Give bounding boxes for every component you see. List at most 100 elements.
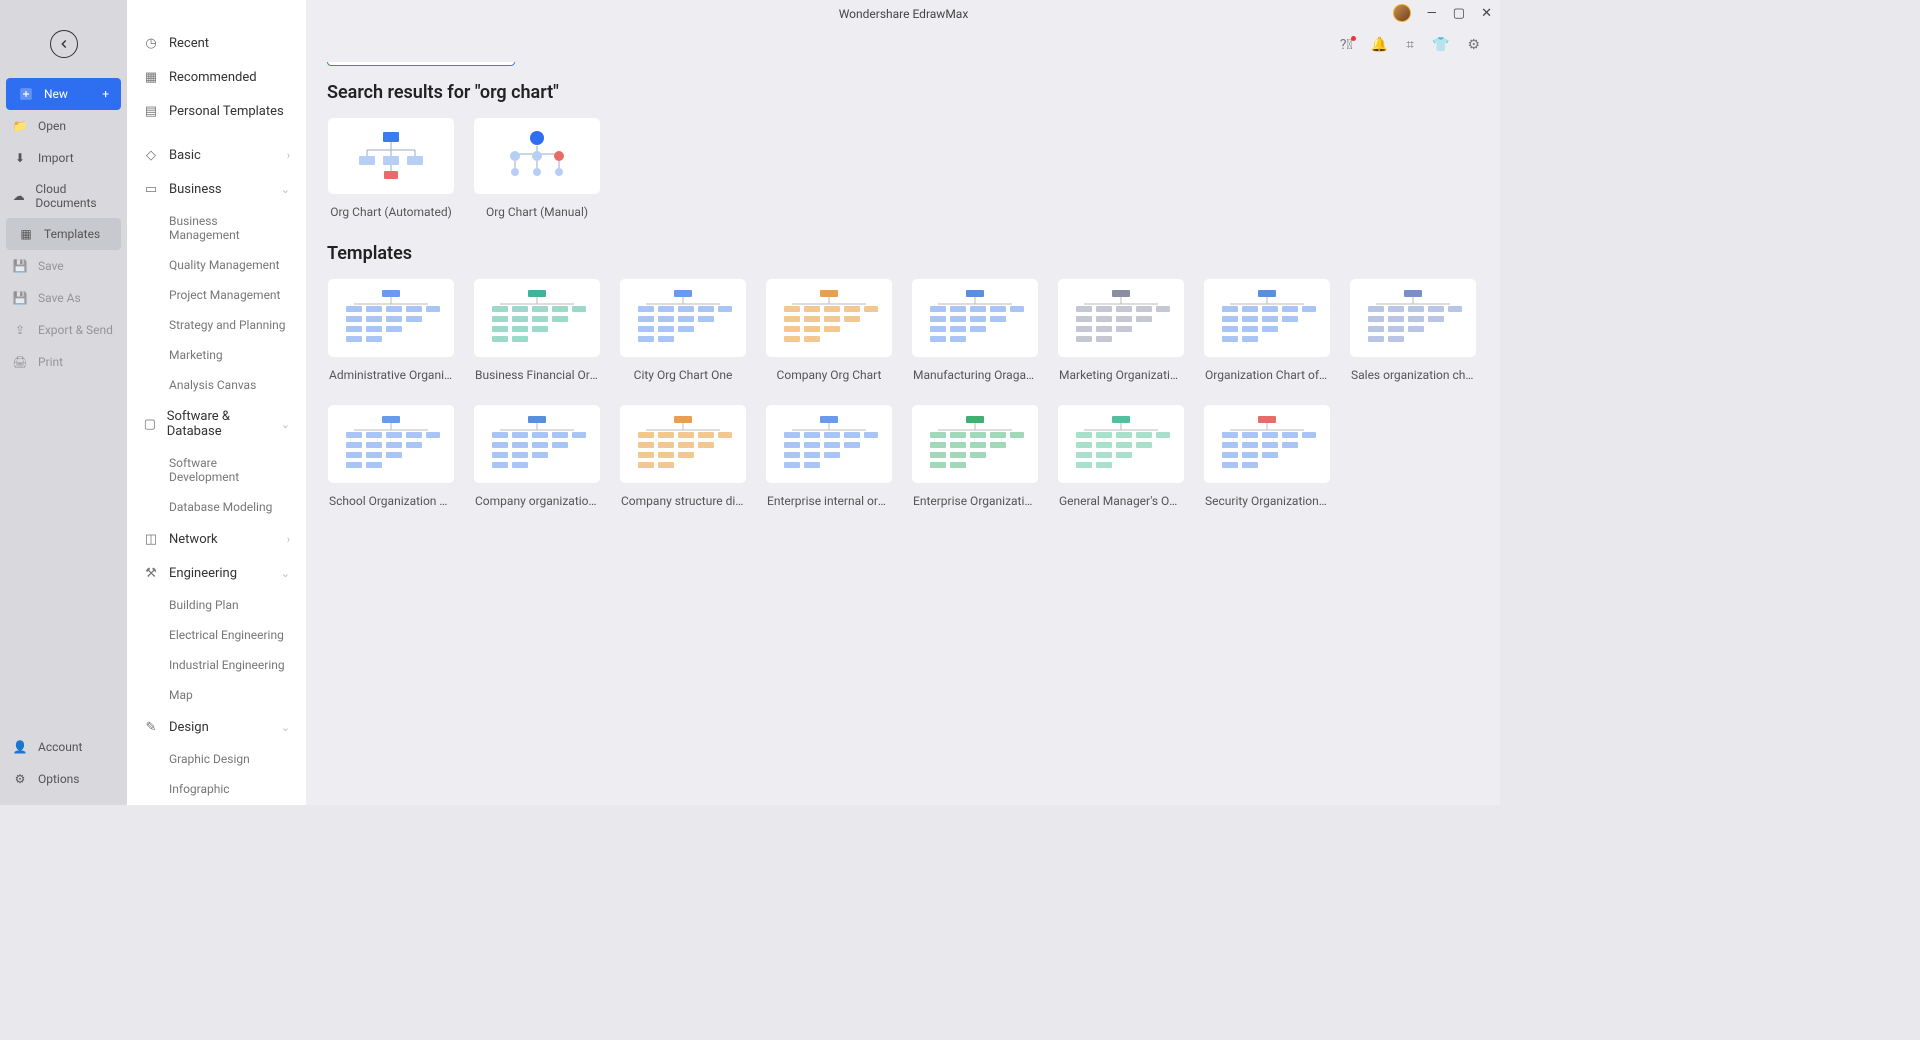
nav-label: Save As	[38, 291, 81, 305]
template-card[interactable]: Company organization chart	[473, 404, 601, 512]
cat-sub-industrial-eng[interactable]: Industrial Engineering	[127, 650, 306, 680]
chevron-down-icon: ⌄	[281, 183, 290, 196]
top-right-toolbar: ?⃝ 🔔 ⌗ 👕 ⚙	[307, 28, 1500, 62]
cat-recommended[interactable]: ▦ Recommended	[127, 60, 306, 94]
cat-engineering[interactable]: ⚒Engineering⌄	[127, 556, 306, 590]
nav-label: Account	[38, 740, 82, 754]
cat-label: Recent	[169, 36, 209, 51]
left-nav-rail: New + 📁 Open ⬇ Import ☁ Cloud Documents …	[0, 0, 127, 805]
nav-label: Export & Send	[38, 323, 113, 337]
template-card[interactable]: Enterprise internal organiz...	[765, 404, 893, 512]
nav-open[interactable]: 📁 Open	[0, 110, 127, 142]
apps-icon[interactable]: ⌗	[1406, 37, 1414, 53]
template-card[interactable]: Marketing Organization C...	[1057, 278, 1185, 386]
cat-sub-building-plan[interactable]: Building Plan	[127, 590, 306, 620]
back-button[interactable]	[50, 30, 78, 58]
nav-label: New	[44, 87, 68, 101]
cat-sub-map[interactable]: Map	[127, 680, 306, 710]
chevron-down-icon: ⌄	[281, 721, 290, 734]
nav-new[interactable]: New +	[6, 78, 121, 110]
help-icon[interactable]: ?⃝	[1340, 37, 1353, 53]
cat-sub-marketing[interactable]: Marketing	[127, 340, 306, 370]
cat-personal-templates[interactable]: ▤Personal Templates	[127, 94, 306, 128]
template-card[interactable]: Company Org Chart	[765, 278, 893, 386]
template-card[interactable]: Enterprise Organization Ch...	[911, 404, 1039, 512]
template-thumb	[619, 404, 747, 484]
template-thumb	[911, 278, 1039, 358]
print-icon: 🖨	[12, 354, 28, 370]
maximize-button[interactable]: ▢	[1453, 6, 1465, 21]
template-card[interactable]: Security Organization Chart	[1203, 404, 1331, 512]
template-label: Business Financial Organiz...	[473, 364, 601, 386]
result-card-manual[interactable]: Org Chart (Manual)	[473, 117, 601, 223]
import-icon: ⬇	[12, 150, 28, 166]
user-avatar[interactable]	[1393, 4, 1411, 22]
template-card[interactable]: Business Financial Organiz...	[473, 278, 601, 386]
template-label: Marketing Organization C...	[1057, 364, 1185, 386]
tag-icon: ◇	[143, 147, 159, 163]
minimize-button[interactable]: —	[1427, 6, 1437, 21]
cat-basic[interactable]: ◇Basic›	[127, 138, 306, 172]
cat-sub-infographic[interactable]: Infographic	[127, 774, 306, 804]
nav-export: ⇪ Export & Send	[0, 314, 127, 346]
cat-sub-analysis-canvas[interactable]: Analysis Canvas	[127, 370, 306, 400]
nav-import[interactable]: ⬇ Import	[0, 142, 127, 174]
shirt-icon[interactable]: 👕	[1432, 37, 1449, 53]
cat-sub-electrical-eng[interactable]: Electrical Engineering	[127, 620, 306, 650]
cat-label: Software & Database	[167, 409, 271, 439]
template-card[interactable]: Company structure diagram	[619, 404, 747, 512]
template-card[interactable]: Manufacturing Oraganizati...	[911, 278, 1039, 386]
cat-label: Basic	[169, 148, 201, 163]
template-card[interactable]: General Manager's Office ...	[1057, 404, 1185, 512]
search-box[interactable]	[327, 62, 515, 66]
template-card[interactable]: School Organization chart	[327, 404, 455, 512]
cat-network[interactable]: ◫Network›	[127, 522, 306, 556]
template-label: Company Org Chart	[765, 364, 893, 386]
template-label: Company organization chart	[473, 490, 601, 512]
cat-sub-quality-management[interactable]: Quality Management	[127, 250, 306, 280]
clock-icon: ◷	[143, 35, 159, 51]
cat-sub-business-management[interactable]: Business Management	[127, 206, 306, 250]
settings-icon[interactable]: ⚙	[1467, 37, 1480, 53]
template-card[interactable]: Sales organization chart	[1349, 278, 1477, 386]
grid-icon: ▦	[143, 69, 159, 85]
nav-account[interactable]: 👤 Account	[0, 731, 127, 763]
chevron-down-icon: ⌄	[281, 567, 290, 580]
nav-label: Templates	[44, 227, 100, 241]
cat-sub-software-dev[interactable]: Software Development	[127, 448, 306, 492]
network-icon: ◫	[143, 531, 159, 547]
save-icon: 💾	[12, 258, 28, 274]
template-thumb	[619, 278, 747, 358]
nav-cloud-documents[interactable]: ☁ Cloud Documents	[0, 174, 127, 218]
nav-options[interactable]: ⚙ Options	[0, 763, 127, 795]
cat-label: Business	[169, 182, 222, 197]
template-card[interactable]: City Org Chart One	[619, 278, 747, 386]
cat-label: Recommended	[169, 70, 257, 85]
template-label: General Manager's Office ...	[1057, 490, 1185, 512]
template-thumb	[473, 404, 601, 484]
app-title: Wondershare EdrawMax	[839, 7, 969, 21]
cat-sub-project-management[interactable]: Project Management	[127, 280, 306, 310]
template-card[interactable]: Organization Chart of Sale...	[1203, 278, 1331, 386]
cat-sub-strategy-planning[interactable]: Strategy and Planning	[127, 310, 306, 340]
monitor-icon: ▢	[143, 416, 157, 432]
result-card-automated[interactable]: Org Chart (Automated)	[327, 117, 455, 223]
template-card[interactable]: Administrative Organizatio...	[327, 278, 455, 386]
user-icon: 👤	[12, 739, 28, 755]
result-label: Org Chart (Automated)	[327, 201, 455, 223]
cat-business[interactable]: ▭Business⌄	[127, 172, 306, 206]
main-area: Wondershare EdrawMax — ▢ ✕ ?⃝ 🔔 ⌗ 👕 ⚙ Se…	[307, 0, 1500, 805]
search-results-row: Org Chart (Automated)	[327, 117, 1480, 223]
nav-templates[interactable]: ▦ Templates	[6, 218, 121, 250]
template-thumb	[1203, 404, 1331, 484]
close-button[interactable]: ✕	[1481, 6, 1492, 21]
cat-sub-graphic-design[interactable]: Graphic Design	[127, 744, 306, 774]
template-label: Enterprise internal organiz...	[765, 490, 893, 512]
cat-recent[interactable]: ◷ Recent	[127, 26, 306, 60]
cat-label: Design	[169, 720, 209, 735]
bell-icon[interactable]: 🔔	[1371, 37, 1388, 53]
cat-software[interactable]: ▢Software & Database⌄	[127, 400, 306, 448]
cat-sub-database-modeling[interactable]: Database Modeling	[127, 492, 306, 522]
plus-small-icon: +	[102, 87, 109, 101]
cat-design[interactable]: ✎Design⌄	[127, 710, 306, 744]
